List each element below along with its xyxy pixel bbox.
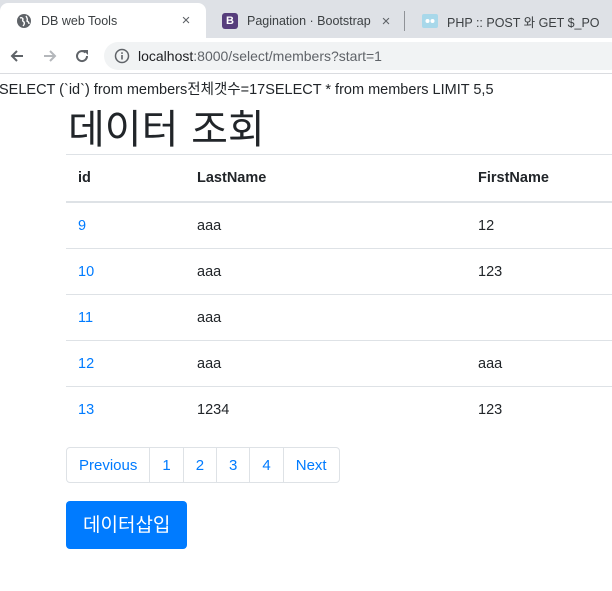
tab-title: PHP :: POST 와 GET $_PO [447,15,600,30]
firstname-cell: 123 [466,248,612,295]
tab-php-post-get[interactable]: PHP :: POST 와 GET $_PO [406,4,612,38]
url-path: :8000/select/members?start=1 [193,48,382,64]
url-text: localhost:8000/select/members?start=1 [138,48,382,64]
bootstrap-icon: B [222,13,238,29]
tab-title: Pagination · Bootstrap [247,14,371,28]
insert-data-button[interactable]: 데이터삽입 [66,501,188,549]
member-id-link[interactable]: 9 [78,218,86,234]
address-bar[interactable]: localhost:8000/select/members?start=1 [104,42,612,70]
header-firstname: FirstName [466,154,612,203]
id-cell: 12 [66,340,185,387]
globe-icon [16,13,32,29]
member-id-link[interactable]: 12 [78,356,94,372]
page-item: Next [282,447,340,483]
table-row: 11 aaa [66,294,612,341]
member-id-link[interactable]: 10 [78,264,94,280]
pagination-page-4[interactable]: 4 [249,447,284,483]
page-item: 2 [182,447,218,483]
firstname-cell [466,294,612,341]
tab-pagination-bootstrap[interactable]: B Pagination · Bootstrap × [206,4,406,38]
browser-toolbar: localhost:8000/select/members?start=1 [0,38,612,74]
firstname-cell: 123 [466,386,612,432]
pagination-next[interactable]: Next [282,447,340,483]
url-host: localhost [138,48,194,64]
lastname-cell: 1234 [185,386,466,432]
header-lastname: LastName [185,154,466,203]
members-table: id LastName FirstName 9 aaa 12 10 aaa 12… [66,154,612,432]
php-icon [422,13,438,29]
firstname-cell: 12 [478,217,495,234]
pagination: Previous 1 2 3 4 Next [66,447,340,483]
pagination-page-1[interactable]: 1 [149,447,184,483]
page-item: 1 [149,447,184,483]
page-title: 데이터 조회 [68,107,265,153]
table-row: 13 1234 123 [66,386,612,432]
tab-divider [404,11,405,31]
id-cell: 13 [66,386,185,432]
page-item: 4 [249,447,284,483]
pagination-previous[interactable]: Previous [66,447,151,483]
header-id: id [66,154,185,203]
member-id-link[interactable]: 13 [78,402,94,418]
debug-sql-output: SELECT (`id`) from members전체갯수=17SELECT … [0,82,494,98]
table-row: 12 aaa aaa [66,340,612,387]
page-item: 3 [216,447,251,483]
table-row: 10 aaa 123 [66,248,612,295]
pagination-page-3[interactable]: 3 [216,447,251,483]
table-row: 9 aaa 12 [66,202,612,249]
reload-icon[interactable] [71,45,93,67]
tab-strip: DB web Tools × B Pagination · Bootstrap … [0,0,612,38]
table-header-row: id LastName FirstName [66,154,612,203]
info-icon[interactable] [114,48,130,64]
member-id-link[interactable]: 11 [78,310,93,326]
close-icon[interactable]: × [378,13,394,30]
lastname-cell: aaa [185,294,466,341]
back-icon[interactable] [6,45,28,67]
lastname-cell: aaa [185,248,466,295]
tab-title: DB web Tools [41,13,118,28]
close-icon[interactable]: × [178,12,194,29]
firstname-cell: aaa [466,340,612,387]
lastname-cell: aaa [197,217,222,234]
forward-icon[interactable] [39,45,61,67]
page-item: Previous [66,447,151,483]
tab-db-web-tools[interactable]: DB web Tools × [0,3,206,38]
id-cell: 9 [66,202,185,249]
lastname-cell: aaa [185,340,466,387]
id-cell: 10 [66,248,185,295]
bootstrap-logo: B [222,13,238,29]
pagination-page-2[interactable]: 2 [182,447,218,483]
id-cell: 11 [66,294,185,341]
